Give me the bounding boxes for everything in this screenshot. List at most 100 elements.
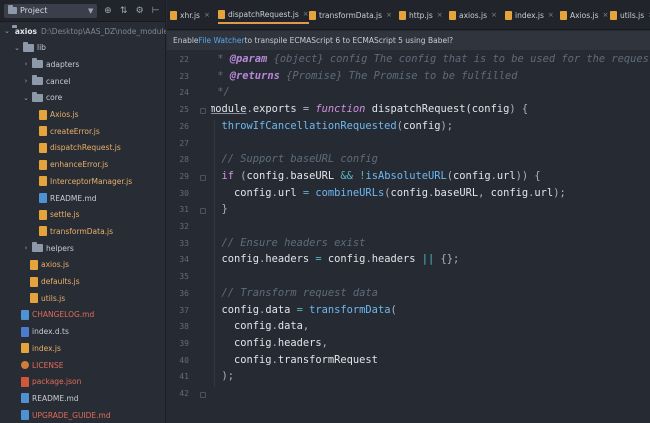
tree-item-label: settle.js — [50, 210, 80, 220]
tree-item-axios[interactable]: ⌄ axios D:\Desktop\AAS_DZ\node_module — [0, 23, 166, 39]
js-file-icon — [505, 10, 512, 20]
tree-item-cancel[interactable]: › cancel — [0, 73, 166, 89]
chevron-right-icon[interactable]: › — [22, 244, 30, 252]
close-icon[interactable]: × — [437, 11, 443, 19]
notice-prefix: Enable — [173, 36, 199, 45]
tab-xhr-js[interactable]: xhr.js × — [170, 6, 210, 24]
file-watcher-link[interactable]: File Watcher — [199, 36, 245, 45]
tree-item-changelog-md[interactable]: CHANGELOG.md — [0, 307, 166, 323]
chevron-down-icon[interactable]: ⌄ — [22, 94, 30, 102]
tree-item-license[interactable]: LICENSE — [0, 357, 166, 373]
tree-item-lib[interactable]: ⌄ lib — [0, 40, 166, 56]
hide-panel-icon[interactable]: ⊢ — [150, 5, 161, 17]
tree-item-utils-js[interactable]: utils.js — [0, 290, 166, 306]
tree-item-adapters[interactable]: › adapters — [0, 56, 166, 72]
tree-item-label: createError.js — [50, 126, 100, 136]
code-token: && — [334, 169, 360, 182]
code-token: url — [277, 186, 297, 199]
tree-item-enhanceerror-js[interactable]: enhanceError.js — [0, 157, 166, 173]
line-number: 29 — [179, 171, 189, 181]
tree-item-interceptormanager-js[interactable]: InterceptorManager.js — [0, 173, 166, 189]
tree-item-axios-js[interactable]: Axios.js — [0, 107, 166, 123]
tree-item-label: package.json — [32, 377, 82, 387]
tree-item-transformdata-js[interactable]: transformData.js — [0, 223, 166, 239]
tab-http-js[interactable]: http.js × — [399, 6, 443, 24]
code-token: * — [211, 69, 230, 82]
close-icon[interactable]: × — [204, 11, 210, 19]
code-token: function — [315, 103, 366, 116]
tree-item-index-d-ts[interactable]: index.d.ts — [0, 324, 166, 340]
js-file-icon — [30, 293, 38, 304]
code-token: headers — [277, 336, 322, 349]
tree-item-settle-js[interactable]: settle.js — [0, 207, 166, 223]
file-watcher-notification: Enable File Watcher to transpile ECMAScr… — [167, 31, 650, 50]
tab-label: xhr.js — [180, 10, 200, 20]
project-view-label: Project — [20, 6, 48, 15]
close-icon[interactable]: × — [386, 11, 392, 19]
tree-item-package-json[interactable]: package.json — [0, 374, 166, 390]
line-number: 42 — [179, 389, 189, 398]
tab-axios-js[interactable]: Axios.js × — [560, 6, 608, 24]
fold-marker-icon[interactable] — [200, 174, 206, 181]
collapse-all-icon[interactable]: ⇅ — [118, 5, 129, 17]
line-number: 24 — [179, 88, 189, 98]
chevron-down-icon[interactable]: ⌄ — [13, 44, 21, 52]
chevron-right-icon[interactable]: › — [22, 77, 30, 85]
tab-utils-js[interactable]: utils.js× — [610, 6, 650, 24]
js-file-icon — [39, 109, 47, 120]
code-token: ); — [553, 186, 566, 199]
tab-label: utils.js — [620, 10, 645, 20]
markdown-file-icon — [39, 193, 47, 203]
line-number: 30 — [179, 188, 189, 198]
tab-transformdata-js[interactable]: transformData.js × — [309, 6, 392, 24]
code-token: baseURL — [290, 169, 335, 182]
tab-dispatchrequest-js[interactable]: dispatchRequest.js × — [218, 6, 309, 24]
close-icon[interactable]: × — [303, 10, 309, 18]
close-icon[interactable]: × — [603, 11, 609, 19]
folder-icon — [32, 58, 43, 69]
tree-item-label: utils.js — [41, 293, 66, 303]
tree-item-axios-js[interactable]: axios.js — [0, 257, 166, 273]
fold-marker-icon[interactable] — [200, 392, 206, 398]
tree-item-helpers[interactable]: › helpers — [0, 240, 166, 256]
code-token: ); — [440, 119, 453, 132]
fold-marker-icon[interactable] — [200, 108, 206, 115]
fold-marker-icon[interactable] — [200, 208, 206, 215]
globe-icon[interactable]: ⊕ — [102, 5, 113, 17]
code-line: // Transform request data — [211, 287, 378, 299]
code-token: // Support baseURL config — [211, 153, 378, 166]
tree-item-core[interactable]: ⌄ core — [0, 90, 166, 106]
code-token: url — [534, 186, 554, 199]
tab-index-js[interactable]: index.js × — [505, 6, 554, 24]
tab-label: index.js — [515, 10, 544, 20]
tree-item-index-js[interactable]: index.js — [0, 340, 166, 356]
code-token: isAbsoluteURL — [365, 169, 447, 182]
tree-item-dispatchrequest-js[interactable]: dispatchRequest.js — [0, 140, 166, 156]
tree-item-defaults-js[interactable]: defaults.js — [0, 274, 166, 290]
code-line: module.exports = function dispatchReques… — [211, 103, 528, 115]
js-file-icon — [30, 276, 38, 287]
tree-item-createerror-js[interactable]: createError.js — [0, 123, 166, 139]
close-icon[interactable]: × — [548, 11, 554, 19]
tree-item-label: helpers — [46, 243, 74, 253]
code-token: || — [415, 253, 441, 266]
chevron-right-icon[interactable]: › — [22, 60, 30, 68]
code-token: if — [211, 169, 235, 182]
project-pane: Project ▼ ⊕ ⇅ ⚙ ⊢ ⌄ axios D:\Desktop\AAS_D… — [0, 0, 166, 423]
line-number: 27 — [179, 138, 189, 148]
gear-icon[interactable]: ⚙ — [134, 5, 145, 17]
tab-axios-js[interactable]: axios.js × — [449, 6, 497, 24]
code-editor[interactable]: * @param {object} config The config that… — [211, 50, 650, 423]
close-icon[interactable]: × — [491, 11, 497, 19]
project-view-selector[interactable]: Project ▼ — [4, 3, 98, 18]
line-number: 36 — [179, 288, 189, 298]
tree-item-label: enhanceError.js — [50, 160, 109, 170]
tree-item-readme-md[interactable]: README.md — [0, 390, 166, 406]
tree-item-label: Axios.js — [50, 110, 79, 119]
tree-item-readme-md[interactable]: README.md — [0, 190, 166, 206]
code-token: throwIfCancellationRequested — [211, 119, 397, 132]
code-token: {}; — [440, 253, 460, 266]
tree-item-upgrade-guide-md[interactable]: UPGRADE_GUIDE.md — [0, 407, 166, 423]
chevron-down-icon[interactable]: ⌄ — [4, 27, 10, 35]
code-token: config — [211, 303, 260, 316]
